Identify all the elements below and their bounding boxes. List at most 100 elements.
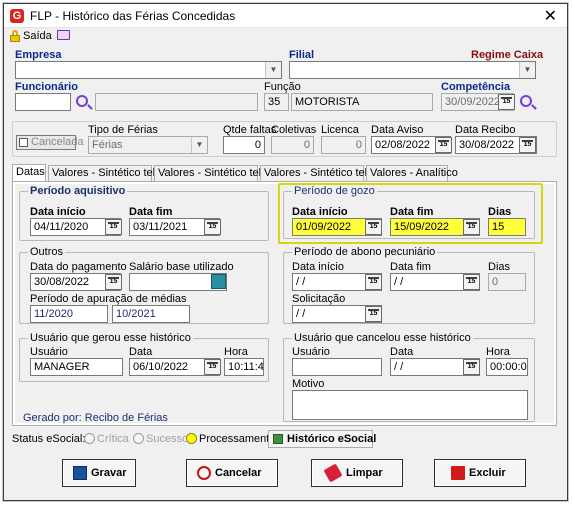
abono-fim-label: Data fim [390, 261, 431, 273]
cancelou-hora-field[interactable]: 00:00:00 [486, 358, 528, 376]
window-title: FLP - Histórico das Férias Concedidas [30, 9, 236, 23]
gozo-fim-label: Data fim [390, 206, 434, 218]
empresa-select[interactable]: ▼ [15, 61, 282, 79]
abono-dias-field: 0 [488, 273, 526, 291]
trash-icon [451, 466, 465, 480]
tab-sintetico-1[interactable]: Valores - Sintético tela 1 [48, 165, 170, 182]
calendar-icon[interactable]: 15 [463, 274, 480, 290]
gozo-dias-field[interactable]: 15 [488, 218, 526, 236]
gerou-usuario-label: Usuário [30, 346, 68, 358]
funcionario-name-field [95, 93, 258, 111]
gerado-por-text: Gerado por: Recibo de Férias [23, 412, 168, 424]
esocial-icon [273, 434, 283, 444]
licenca-label: Licenca [321, 124, 359, 136]
aquisitivo-inicio-label: Data início [30, 206, 86, 218]
aquisitivo-fim-label: Data fim [129, 206, 173, 218]
calendar-icon[interactable]: 15 [105, 274, 122, 290]
cancelou-hora-label: Hora [486, 346, 510, 358]
filial-select[interactable]: ▼ [289, 61, 536, 79]
qtde-faltas-field[interactable]: 0 [223, 136, 265, 154]
calendar-icon[interactable]: 15 [519, 137, 536, 153]
calendar-icon[interactable]: 15 [498, 94, 515, 110]
historico-esocial-tab[interactable]: Histórico eSocial [268, 430, 376, 448]
status-sucesso-label: Sucesso [146, 433, 189, 445]
toolbar: Saída [4, 29, 567, 45]
chevron-down-icon[interactable]: ▼ [191, 137, 207, 153]
status-critica-radio[interactable] [84, 433, 95, 444]
gerou-usuario-field[interactable]: MANAGER [30, 358, 123, 376]
apuracao-label: Período de apuração de médias [30, 293, 187, 305]
empresa-label: Empresa [15, 49, 62, 61]
monitor-icon[interactable] [57, 30, 70, 40]
app-logo-icon: G [10, 9, 24, 23]
filial-label: Filial [289, 49, 315, 61]
cancelou-usuario-label: Usuário [292, 346, 330, 358]
lock-icon[interactable] [10, 30, 20, 42]
cancelou-title: Usuário que cancelou esse histórico [292, 332, 473, 344]
pagamento-label: Data do pagamento [30, 261, 127, 273]
cancelada-checkbox[interactable]: Cancelada [16, 135, 84, 150]
calendar-icon[interactable]: 15 [435, 137, 452, 153]
calendar-icon[interactable]: 15 [105, 219, 122, 235]
outros-title: Outros [28, 246, 66, 258]
calendar-icon[interactable]: 15 [204, 219, 221, 235]
aquisitivo-title: Período aquisitivo [28, 185, 128, 197]
eraser-icon [323, 463, 343, 483]
calendar-icon[interactable]: 15 [463, 219, 480, 235]
main-window: G FLP - Histórico das Férias Concedidas … [3, 3, 568, 501]
abono-title: Período de abono pecuniário [292, 246, 438, 258]
close-window-button[interactable]: ✕ [544, 6, 557, 26]
calculator-icon[interactable] [211, 274, 226, 289]
apuracao-inicio-field[interactable]: 11/2020 [30, 305, 108, 323]
chevron-down-icon[interactable]: ▼ [519, 62, 535, 78]
motivo-label: Motivo [292, 378, 325, 390]
motivo-textarea[interactable] [292, 390, 528, 420]
cancelar-button[interactable]: Cancelar [186, 459, 278, 487]
status-critica-label: Crítica [97, 433, 129, 445]
search-icon[interactable] [76, 95, 88, 107]
calendar-icon[interactable]: 15 [365, 306, 382, 322]
apuracao-fim-field[interactable]: 10/2021 [112, 305, 190, 323]
gerou-hora-field[interactable]: 10:11:46 [224, 358, 264, 376]
licenca-field: 0 [321, 136, 366, 154]
save-icon [73, 466, 87, 480]
funcionario-code-input[interactable] [15, 93, 71, 111]
title-bar: G FLP - Histórico das Férias Concedidas … [4, 4, 567, 28]
abono-inicio-label: Data início [292, 261, 344, 273]
gozo-title: Período de gozo [292, 185, 377, 197]
tab-sintetico-3[interactable]: Valores - Sintético tela 3 [260, 165, 382, 182]
gravar-button[interactable]: Gravar [62, 459, 136, 487]
status-esocial-label: Status eSocial: [12, 433, 86, 445]
cancelou-usuario-field[interactable] [292, 358, 382, 376]
calendar-icon[interactable]: 15 [463, 359, 480, 375]
gozo-inicio-label: Data início [292, 206, 348, 218]
chevron-down-icon[interactable]: ▼ [265, 62, 281, 78]
status-sucesso-radio[interactable] [133, 433, 144, 444]
cancelou-data-label: Data [390, 346, 414, 358]
qtde-faltas-label: Qtde faltas [223, 124, 277, 136]
funcionario-label: Funcionário [15, 81, 78, 93]
regime-caixa-label: Regime Caixa [471, 49, 544, 61]
calendar-icon[interactable]: 15 [365, 219, 382, 235]
abono-dias-label: Dias [488, 261, 511, 273]
data-aviso-label: Data Aviso [371, 124, 424, 136]
status-processamento-radio[interactable] [186, 433, 197, 444]
cancel-icon [197, 466, 211, 480]
gozo-dias-label: Dias [488, 206, 512, 218]
limpar-button[interactable]: Limpar [311, 459, 403, 487]
tab-panel-datas: Período aquisitivo Data início 04/11/202… [12, 181, 557, 426]
tipo-ferias-select[interactable]: Férias ▼ [88, 136, 208, 154]
coletivas-label: Coletivas [271, 124, 317, 136]
gerou-hora-label: Hora [224, 346, 248, 358]
gerou-title: Usuário que gerou esse histórico [28, 332, 193, 344]
search-icon[interactable] [520, 95, 532, 107]
excluir-button[interactable]: Excluir [434, 459, 526, 487]
tab-analitico[interactable]: Valores - Analítico [366, 165, 458, 182]
calendar-icon[interactable]: 15 [365, 274, 382, 290]
calendar-icon[interactable]: 15 [204, 359, 221, 375]
coletivas-field: 0 [271, 136, 314, 154]
saida-button[interactable]: Saída [23, 30, 52, 42]
tab-sintetico-2[interactable]: Valores - Sintético tela 2 [154, 165, 276, 182]
status-processamento-label: Processamento [199, 433, 276, 445]
funcao-code-field: 35 [264, 93, 289, 111]
